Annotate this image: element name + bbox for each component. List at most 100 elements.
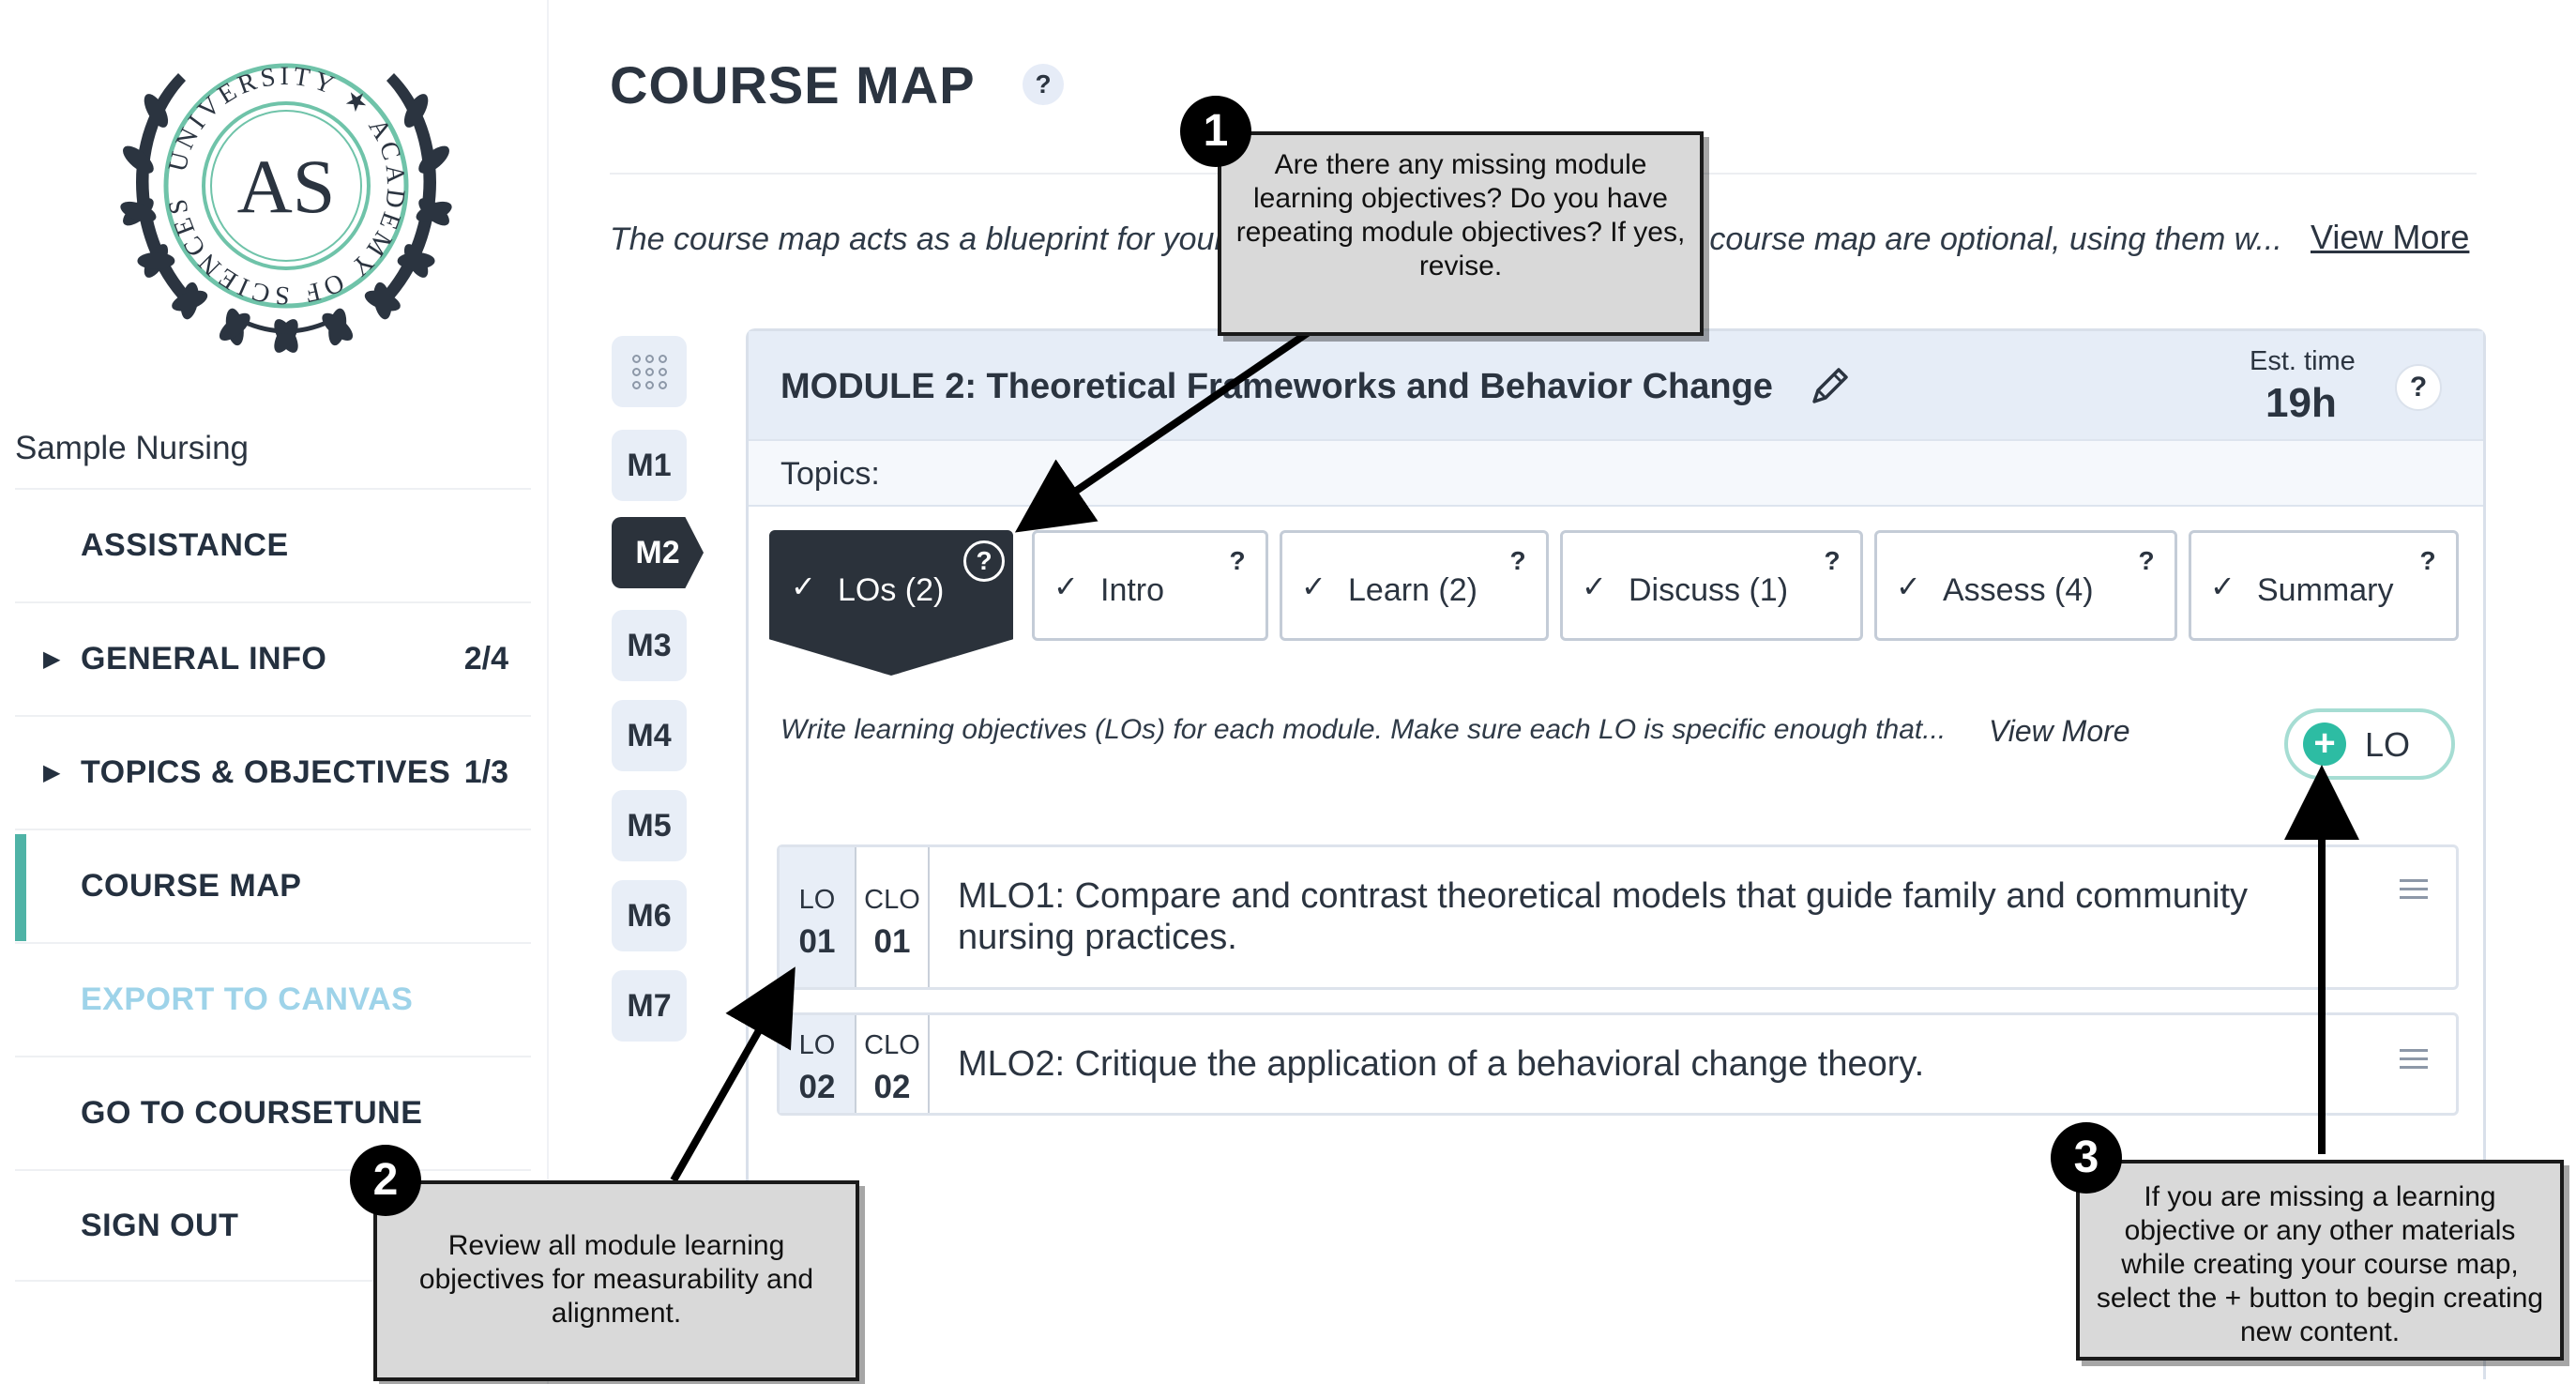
module-button-m6[interactable]: M6: [612, 880, 687, 951]
clo-label: CLO: [864, 885, 920, 915]
check-icon: ✓: [791, 570, 816, 603]
page-title: COURSE MAP: [610, 55, 976, 114]
grid-view-button[interactable]: [612, 336, 687, 407]
nav-label: TOPICS & OBJECTIVES: [81, 753, 451, 790]
view-more-link[interactable]: View More: [1989, 714, 2130, 749]
lo-label: LO: [798, 1030, 836, 1060]
clo-number-cell: CLO 01: [855, 847, 930, 987]
tab-intro[interactable]: ✓ Intro ?: [1032, 530, 1268, 641]
tab-label: Learn (2): [1348, 572, 1477, 608]
callout-text: If you are missing a learning objective …: [2096, 1181, 2544, 1347]
add-lo-button[interactable]: + LO: [2284, 708, 2455, 780]
nav-course-map[interactable]: COURSE MAP: [15, 829, 531, 941]
annotation-callout-2: Review all module learning objectives fo…: [373, 1180, 859, 1381]
plus-icon: +: [2303, 722, 2346, 766]
tab-label: Summary: [2257, 572, 2394, 608]
help-icon[interactable]: ?: [2129, 544, 2163, 578]
annotation-callout-3: If you are missing a learning objective …: [2076, 1160, 2564, 1361]
check-icon: ✓: [1582, 570, 1607, 603]
nav-go-to-coursetune[interactable]: GO TO COURSETUNE: [15, 1056, 531, 1168]
help-icon[interactable]: ?: [1023, 64, 1064, 105]
nav-label: ASSISTANCE: [81, 526, 289, 563]
lo-number: 02: [798, 1069, 836, 1105]
clo-label: CLO: [864, 1030, 920, 1060]
school-name: Sample Nursing: [15, 430, 249, 466]
sidebar: UNIVERSITY ★ ACADEMY OF SCIENCES ★ AS Sa…: [0, 0, 549, 1384]
help-icon[interactable]: ?: [1220, 544, 1254, 578]
check-icon: ✓: [1301, 570, 1326, 603]
annotation-badge-3: 3: [2051, 1122, 2122, 1194]
help-icon[interactable]: ?: [2411, 544, 2445, 578]
laurel-leaf: [274, 319, 298, 353]
list-item[interactable]: LO 02 CLO 02 MLO2: Critique the applicat…: [777, 1012, 2459, 1116]
clo-number: 01: [873, 923, 911, 960]
clo-number: 02: [873, 1069, 911, 1105]
help-icon[interactable]: ?: [2395, 364, 2442, 411]
logo-monogram: AS: [237, 144, 336, 229]
check-icon: ✓: [1053, 570, 1079, 603]
check-icon: ✓: [2210, 570, 2235, 603]
module-button-m2[interactable]: M2: [612, 517, 704, 588]
module-button-m4[interactable]: M4: [612, 700, 687, 771]
module-button-m3[interactable]: M3: [612, 610, 687, 681]
caret-right-icon: ▶: [43, 646, 61, 672]
lo-description: Write learning objectives (LOs) for each…: [780, 714, 1947, 745]
module-button-m7[interactable]: M7: [612, 970, 687, 1042]
tab-discuss[interactable]: ✓ Discuss (1) ?: [1560, 530, 1863, 641]
drag-handle-icon[interactable]: [2400, 1049, 2428, 1074]
tab-assess[interactable]: ✓ Assess (4) ?: [1874, 530, 2177, 641]
est-time-label: Est. time: [2250, 346, 2356, 376]
help-icon[interactable]: ?: [1815, 544, 1849, 578]
list-item[interactable]: LO 01 CLO 01 MLO1: Compare and contrast …: [777, 844, 2459, 990]
nav-progress-count: 1/3: [463, 753, 508, 790]
lo-number-cell: LO 02: [780, 1015, 855, 1113]
tab-learn[interactable]: ✓ Learn (2) ?: [1280, 530, 1549, 641]
tab-label: Intro: [1100, 572, 1165, 608]
callout-text: Review all module learning objectives fo…: [418, 1230, 814, 1329]
clo-number-cell: CLO 02: [855, 1015, 930, 1113]
tab-summary[interactable]: ✓ Summary ?: [2189, 530, 2459, 641]
tab-label: LOs (2): [838, 572, 945, 608]
nav-topics-objectives[interactable]: ▶ TOPICS & OBJECTIVES 1/3: [15, 715, 531, 828]
nav-label: COURSE MAP: [81, 867, 302, 904]
nav-label: SIGN OUT: [81, 1207, 239, 1243]
nav-assistance[interactable]: ASSISTANCE: [15, 488, 531, 601]
tab-label: Assess (4): [1943, 572, 2094, 608]
tab-los[interactable]: ✓ LOs (2) ?: [769, 530, 1013, 676]
objective-text[interactable]: MLO2: Critique the application of a beha…: [958, 1043, 1924, 1085]
laurel-leaf: [137, 252, 175, 269]
nav-general-info[interactable]: ▶ GENERAL INFO 2/4: [15, 601, 531, 714]
module-button-m5[interactable]: M5: [612, 790, 687, 861]
lo-number-cell: LO 01: [780, 847, 855, 987]
module-title: MODULE 2: Theoretical Frameworks and Beh…: [780, 367, 1773, 406]
nav-label: GO TO COURSETUNE: [81, 1094, 423, 1131]
nav-progress-count: 2/4: [463, 640, 508, 677]
nav-label: EXPORT TO CANVAS: [81, 981, 414, 1017]
help-icon[interactable]: ?: [1501, 544, 1535, 578]
nav-label: GENERAL INFO: [81, 640, 327, 677]
annotation-callout-1: Are there any missing module learning ob…: [1218, 131, 1704, 336]
tab-label: Discuss (1): [1629, 572, 1789, 608]
module-button-m1[interactable]: M1: [612, 430, 687, 501]
module-header: MODULE 2: Theoretical Frameworks and Beh…: [749, 331, 2483, 439]
view-more-link[interactable]: View More: [2311, 218, 2469, 257]
objective-text-line: nursing practices.: [958, 918, 1237, 957]
add-lo-label: LO: [2365, 725, 2411, 764]
lo-label: LO: [798, 885, 836, 915]
objective-text-line: MLO2: Critique the application of a beha…: [958, 1044, 1925, 1084]
grid-icon: [631, 354, 667, 389]
drag-handle-icon[interactable]: [2400, 879, 2428, 905]
pencil-icon[interactable]: [1807, 362, 1854, 409]
callout-text: Are there any missing module learning ob…: [1235, 149, 1686, 281]
nav-export-to-canvas[interactable]: EXPORT TO CANVAS: [15, 942, 531, 1055]
est-time-value: 19h: [2265, 380, 2337, 426]
topics-label: Topics:: [780, 456, 880, 492]
check-icon: ✓: [1896, 570, 1921, 603]
topics-bar: Topics:: [749, 439, 2483, 507]
help-icon[interactable]: ?: [963, 540, 1005, 582]
annotation-badge-1: 1: [1180, 96, 1251, 167]
objective-text[interactable]: MLO1: Compare and contrast theoretical m…: [958, 875, 2248, 958]
objective-text-line: MLO1: Compare and contrast theoretical m…: [958, 876, 2248, 916]
laurel-leaf: [328, 308, 347, 346]
university-logo: UNIVERSITY ★ ACADEMY OF SCIENCES ★ AS: [113, 17, 452, 353]
